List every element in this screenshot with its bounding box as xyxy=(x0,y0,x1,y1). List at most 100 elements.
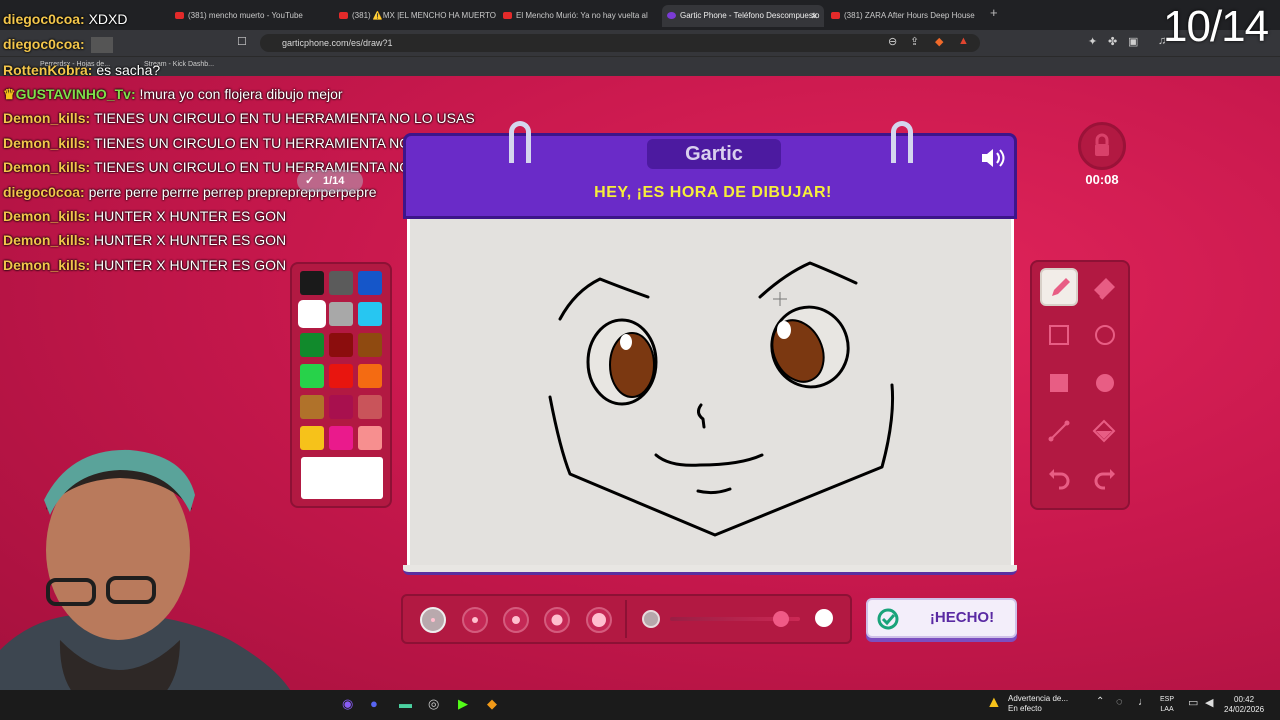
brush-size-4[interactable] xyxy=(544,607,570,633)
speaker-icon[interactable] xyxy=(980,146,1006,170)
brush-size-1[interactable] xyxy=(420,607,446,633)
color-swatch[interactable] xyxy=(358,364,382,388)
obs-icon[interactable]: ◎ xyxy=(428,696,439,712)
chat-message: es sacha? xyxy=(96,62,161,78)
kick-icon[interactable]: ▶ xyxy=(458,696,468,712)
color-swatch[interactable] xyxy=(358,426,382,450)
eraser-tool[interactable] xyxy=(1086,268,1124,306)
clock-time: 00:42 xyxy=(1234,695,1255,704)
clock-date: 24/02/2026 xyxy=(1224,705,1265,714)
app-icon[interactable]: ◉ xyxy=(342,696,353,712)
crosshair-cursor xyxy=(773,292,787,306)
discord-icon[interactable]: ● xyxy=(370,696,378,711)
brush-size-3[interactable] xyxy=(503,607,529,633)
color-swatch[interactable] xyxy=(300,271,324,295)
extension-icon[interactable]: ✦ xyxy=(1088,35,1097,48)
gartic-logo: Gartic xyxy=(647,139,781,169)
chat-user: diegoc0coa: xyxy=(3,184,85,200)
browser-tab-active[interactable]: Gartic Phone - Teléfono Descompuesto ✕ xyxy=(662,5,824,27)
drawing-board: Gartic HEY, ¡ES HORA DE DIBUJAR! xyxy=(403,121,1017,575)
brush-size-2[interactable] xyxy=(462,607,488,633)
circle-filled-tool[interactable] xyxy=(1086,364,1124,402)
undo-tool[interactable] xyxy=(1040,460,1078,498)
line-tool[interactable] xyxy=(1040,412,1078,450)
fill-bucket-tool[interactable] xyxy=(1086,412,1124,450)
browser-tab[interactable]: (381) mencho muerto - YouTube xyxy=(170,5,332,27)
brave-rewards-icon[interactable]: ▲ xyxy=(958,35,969,47)
url-field[interactable]: garticphone.com/es/draw?1 xyxy=(260,34,980,52)
color-swatch[interactable] xyxy=(358,302,382,326)
circle-outline-tool[interactable] xyxy=(1086,316,1124,354)
color-swatch[interactable] xyxy=(329,426,353,450)
warning-icon[interactable]: ▲ xyxy=(986,694,1002,712)
opacity-slider-handle[interactable] xyxy=(772,611,789,627)
sidebar-icon[interactable]: ▣ xyxy=(1128,35,1138,48)
color-swatch[interactable] xyxy=(358,333,382,357)
new-tab-icon[interactable]: + xyxy=(990,5,998,20)
gartic-icon xyxy=(667,12,676,19)
puzzle-icon[interactable]: ✤ xyxy=(1108,35,1117,48)
color-swatch[interactable] xyxy=(329,302,353,326)
taskbar-clock[interactable]: 00:42 24/02/2026 xyxy=(1224,695,1264,715)
lang-bottom: LAA xyxy=(1160,706,1174,713)
rectangle-outline-tool[interactable] xyxy=(1040,316,1078,354)
tab-title: (381) ⚠️MX |EL MENCHO HA MUERTO xyxy=(352,11,496,20)
tray-chevron-icon[interactable]: ⌃ xyxy=(1096,696,1104,707)
chat-line: ♛GUSTAVINHO_Tv: !mura yo con flojera dib… xyxy=(3,86,343,103)
rectangle-filled-tool[interactable] xyxy=(1040,364,1078,402)
youtube-icon xyxy=(503,12,512,19)
browser-tab[interactable]: (381) ⚠️MX |EL MENCHO HA MUERTO xyxy=(334,5,496,27)
browser-tab[interactable]: El Mencho Murió: Ya no hay vuelta al xyxy=(498,5,660,27)
chat-line: Demon_kills: HUNTER X HUNTER ES GON xyxy=(3,208,286,224)
custom-color-swatch[interactable] xyxy=(301,457,383,499)
brush-size-5[interactable] xyxy=(586,607,612,633)
color-swatch[interactable] xyxy=(300,395,324,419)
chat-user: diegoc0coa: xyxy=(3,11,85,27)
tab-title: El Mencho Murió: Ya no hay vuelta al xyxy=(516,11,648,20)
chat-line: diegoc0coa: XDXD xyxy=(3,11,128,27)
network-icon[interactable]: ◌ xyxy=(1116,696,1123,708)
language-indicator[interactable]: ESP LAA xyxy=(1160,695,1174,715)
page-title: HEY, ¡ES HORA DE DIBUJAR! xyxy=(594,184,832,201)
bookmark-icon[interactable]: ☐ xyxy=(237,35,247,48)
warning-notification[interactable]: Advertencia de... En efecto xyxy=(1008,694,1068,714)
brave-shield-icon[interactable]: ◆ xyxy=(935,35,943,48)
color-swatch[interactable] xyxy=(300,426,324,450)
lock-button[interactable] xyxy=(1078,122,1126,170)
color-swatch[interactable] xyxy=(358,395,382,419)
volume-icon[interactable]: ◀ xyxy=(1205,696,1213,709)
round-badge: ✓ 1/14 xyxy=(297,170,363,192)
chat-user: Demon_kills: xyxy=(3,208,91,224)
terminal-icon[interactable]: ▬ xyxy=(399,696,412,711)
done-button[interactable]: ¡HECHO! xyxy=(866,598,1017,638)
chat-line: Demon_kills: HUNTER X HUNTER ES GON xyxy=(3,232,286,248)
browser-tab-bar: (381) mencho muerto - YouTube (381) ⚠️MX… xyxy=(0,0,1280,30)
url-text: garticphone.com/es/draw?1 xyxy=(282,38,393,48)
redo-tool[interactable] xyxy=(1086,460,1124,498)
browser-tab[interactable]: (381) ZARA After Hours Deep House xyxy=(826,5,988,27)
opacity-min-icon xyxy=(642,610,660,628)
pencil-tool[interactable] xyxy=(1040,268,1078,306)
color-swatch[interactable] xyxy=(300,364,324,388)
chat-user: Demon_kills: xyxy=(3,110,91,126)
close-tab-icon[interactable]: ✕ xyxy=(810,5,818,27)
chat-line: diegoc0coa: xyxy=(3,36,113,54)
youtube-icon xyxy=(339,12,348,19)
color-swatch[interactable] xyxy=(329,271,353,295)
color-swatch[interactable] xyxy=(329,333,353,357)
zoom-icon[interactable]: ⊖ xyxy=(888,35,897,48)
color-swatch[interactable] xyxy=(300,333,324,357)
check-circle-icon xyxy=(877,608,899,630)
chat-message: HUNTER X HUNTER ES GON xyxy=(94,208,287,224)
color-swatch[interactable] xyxy=(329,364,353,388)
brave-icon[interactable]: ◆ xyxy=(487,696,497,712)
circle-filled-icon xyxy=(1096,374,1114,392)
display-icon[interactable]: ▭ xyxy=(1188,696,1198,709)
color-swatch[interactable] xyxy=(358,271,382,295)
color-swatch[interactable] xyxy=(329,395,353,419)
mic-icon[interactable]: ♩ xyxy=(1138,696,1149,708)
drawing-canvas[interactable] xyxy=(407,219,1014,565)
share-icon[interactable]: ⇪ xyxy=(910,35,919,48)
lock-icon xyxy=(1095,133,1109,156)
color-swatch[interactable] xyxy=(298,300,326,328)
